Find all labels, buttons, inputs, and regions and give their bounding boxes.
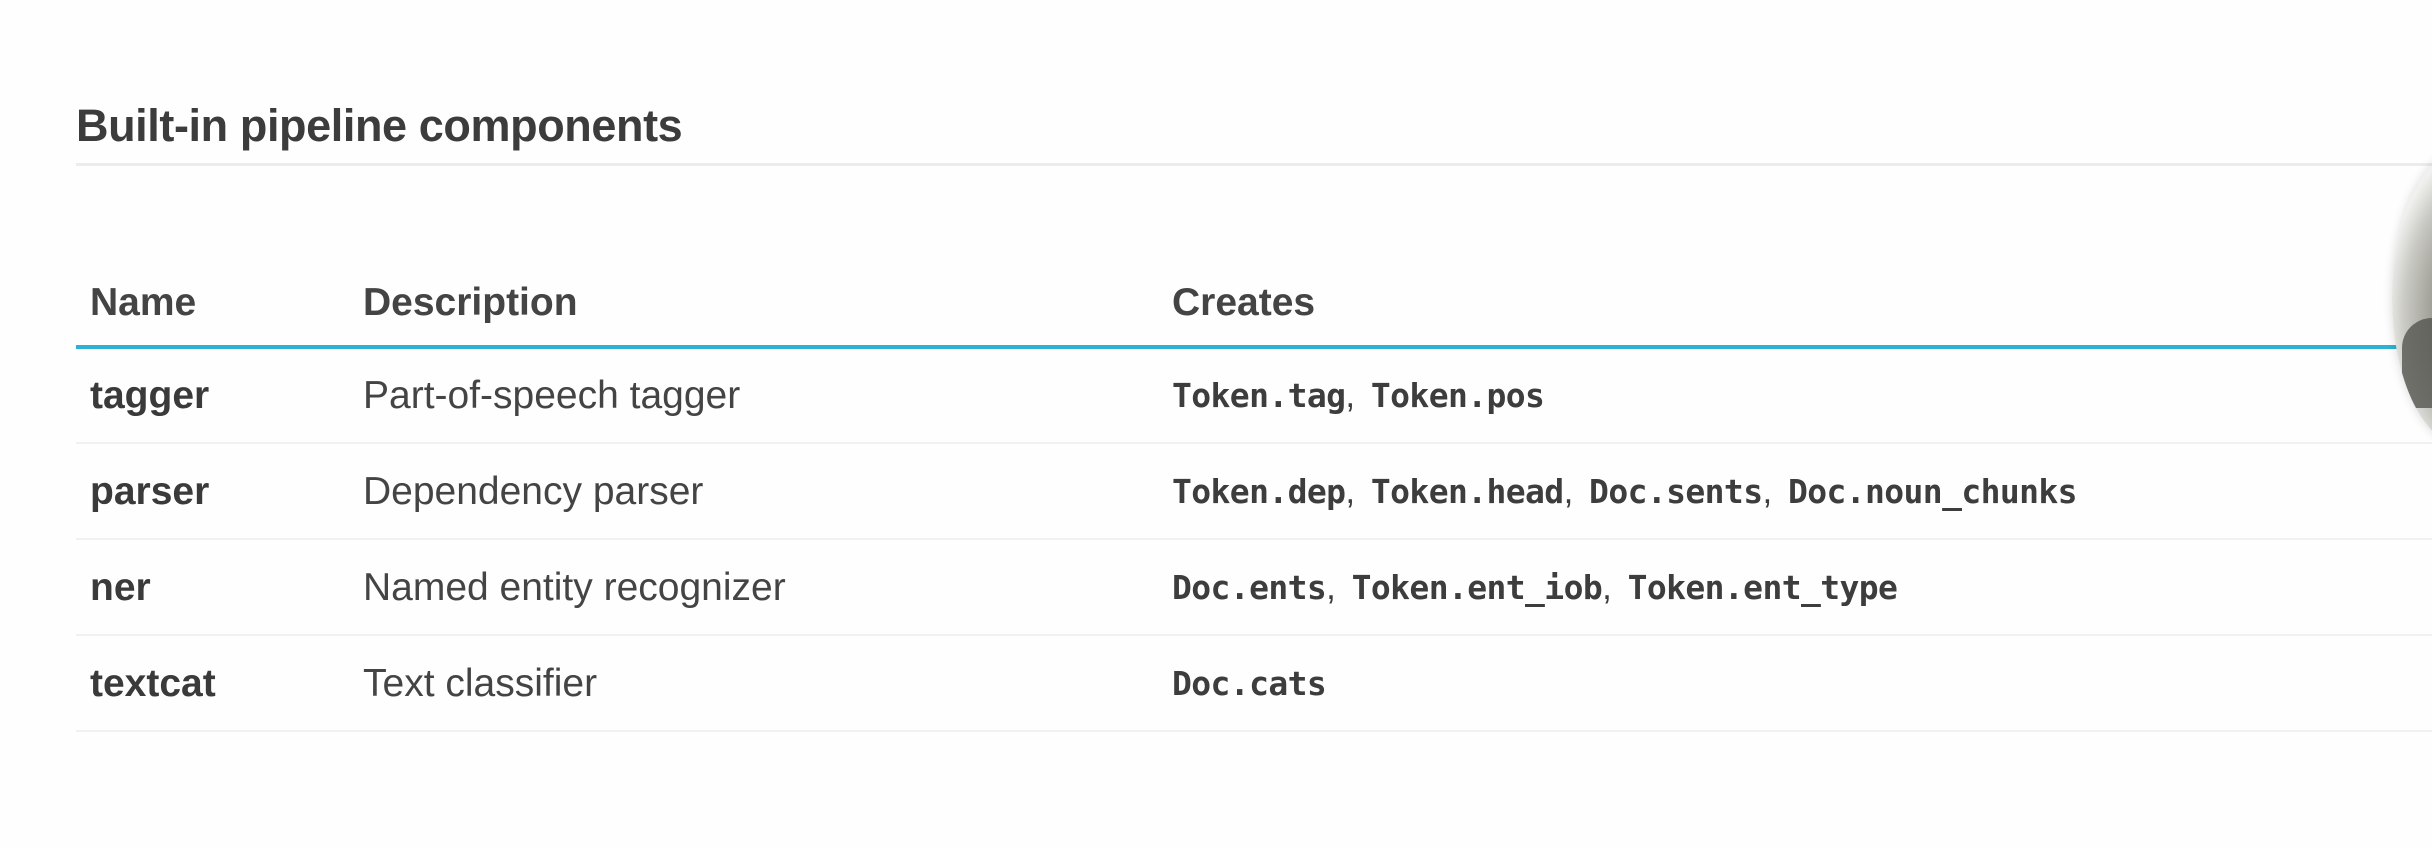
table-row-textcat: textcat Text classifier Doc.cats xyxy=(76,636,2432,732)
presenter-silhouette xyxy=(2402,318,2432,408)
attribute-code: Token.tag xyxy=(1172,376,1346,415)
attribute-code: Token.head xyxy=(1370,472,1564,511)
row-creates: Token.dep, Token.head, Doc.sents, Doc.no… xyxy=(1172,472,2078,511)
attribute-code: Token.dep xyxy=(1172,472,1346,511)
components-table: Name Description Creates tagger Part-of-… xyxy=(76,258,2432,732)
row-description: Part-of-speech tagger xyxy=(363,374,741,417)
attribute-code: Doc.noun_chunks xyxy=(1787,472,2078,511)
attribute-code: Token.ent_iob xyxy=(1351,568,1603,607)
row-name: ner xyxy=(90,566,151,609)
row-name: tagger xyxy=(90,374,210,417)
table-row-tagger: tagger Part-of-speech tagger Token.tag, … xyxy=(76,348,2432,444)
row-creates: Doc.ents, Token.ent_iob, Token.ent_type xyxy=(1172,568,1898,607)
table-header: Name Description Creates xyxy=(76,258,2432,349)
column-header-creates: Creates xyxy=(1172,281,1316,324)
table-row-ner: ner Named entity recognizer Doc.ents, To… xyxy=(76,540,2432,636)
attribute-code: Doc.ents xyxy=(1172,568,1327,607)
page: Built-in pipeline components Name Descri… xyxy=(0,0,2432,848)
row-name: parser xyxy=(90,470,210,513)
attribute-code: Doc.sents xyxy=(1589,472,1763,511)
row-description: Dependency parser xyxy=(363,470,704,513)
column-header-description: Description xyxy=(363,281,578,324)
row-name: textcat xyxy=(90,662,216,705)
table-row-parser: parser Dependency parser Token.dep, Toke… xyxy=(76,444,2432,540)
row-description: Text classifier xyxy=(363,662,598,705)
column-header-name: Name xyxy=(90,281,197,324)
row-description: Named entity recognizer xyxy=(363,566,786,609)
row-creates: Token.tag, Token.pos xyxy=(1172,376,1545,415)
attribute-code: Token.ent_type xyxy=(1627,568,1898,607)
attribute-code: Doc.cats xyxy=(1172,664,1327,703)
title-divider xyxy=(76,163,2432,166)
attribute-code: Token.pos xyxy=(1370,376,1545,415)
page-title: Built-in pipeline components xyxy=(76,100,683,151)
row-creates: Doc.cats xyxy=(1172,636,1327,732)
